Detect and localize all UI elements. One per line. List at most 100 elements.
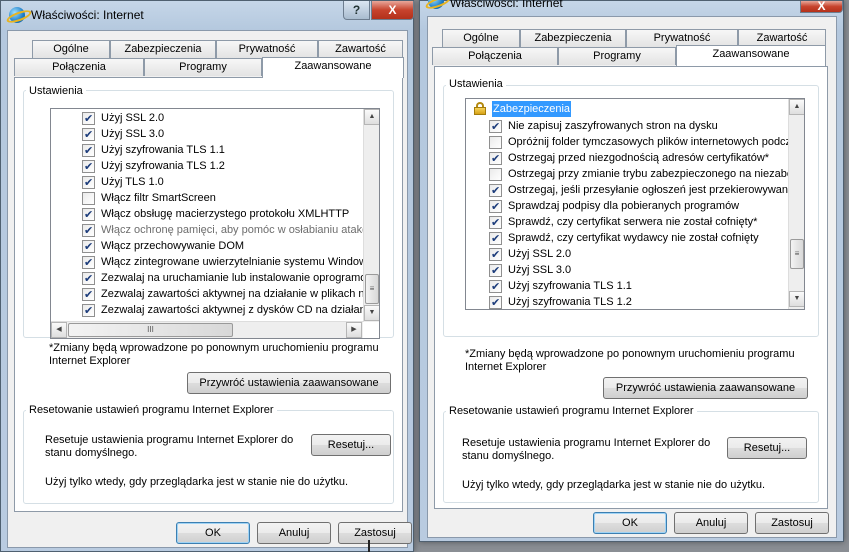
scroll-right-arrow-icon[interactable]: ▶	[346, 322, 362, 338]
tab-advanced[interactable]: Zaawansowane	[262, 57, 404, 78]
right-use-only-note: Użyj tylko wtedy, gdy przeglądarka jest …	[462, 479, 766, 491]
tab-advanced-right[interactable]: Zaawansowane	[676, 45, 826, 66]
left-reset-group-title: Resetowanie ustawień programu Internet E…	[26, 404, 277, 416]
scroll-left-arrow-icon[interactable]: ◀	[51, 322, 67, 338]
scroll-down-arrow-icon[interactable]: ▼	[364, 305, 379, 321]
setting-row[interactable]: Zezwalaj zawartości aktywnej na działani…	[51, 286, 379, 303]
setting-row[interactable]: Włącz ochronę pamięci, aby pomóc w osłab…	[51, 222, 379, 239]
checkbox-checked[interactable]	[489, 199, 502, 215]
left-use-only-note: Użyj tylko wtedy, gdy przeglądarka jest …	[45, 476, 349, 488]
right-title-bar[interactable]: Właściwości: Internet X	[420, 0, 843, 15]
right-ok-button[interactable]: OK	[593, 512, 667, 534]
setting-row[interactable]: Włącz zintegrowane uwierzytelnianie syst…	[51, 254, 377, 271]
setting-row[interactable]: Nie zapisuj zaszyfrowanych stron na dysk…	[466, 118, 776, 135]
setting-row[interactable]: Opróżnij folder tymczasowych plików inte…	[466, 134, 791, 150]
setting-row[interactable]: Sprawdź, czy certyfikat serwera nie zost…	[466, 214, 776, 231]
scroll-down-arrow-icon-right[interactable]: ▼	[789, 291, 804, 307]
checkbox-checked[interactable]	[489, 231, 502, 247]
setting-row[interactable]: Ostrzegaj przed niezgodnością adresów ce…	[466, 150, 776, 167]
left-settings-list[interactable]: Zezwalaj zawartości aktywnej z dysków CD…	[50, 108, 380, 339]
checkbox-checked[interactable]	[489, 183, 502, 199]
checkbox-checked[interactable]	[489, 279, 502, 295]
checkbox-checked[interactable]	[489, 119, 502, 135]
setting-row[interactable]: Włącz obsługę macierzystego protokołu XM…	[51, 206, 361, 223]
right-reset-button[interactable]: Resetuj...	[727, 437, 807, 459]
tab-connections[interactable]: Połączenia	[14, 58, 144, 76]
tab-connections-right[interactable]: Połączenia	[432, 47, 558, 65]
tab-security[interactable]: Zabezpieczenia	[110, 40, 216, 58]
left-reset-button[interactable]: Resetuj...	[311, 434, 391, 456]
checkbox-checked[interactable]	[489, 295, 502, 309]
setting-row[interactable]: Włącz filtr SmartScreen	[51, 190, 361, 206]
checkbox-checked[interactable]	[489, 215, 502, 231]
setting-row[interactable]: Użyj TLS 1.0	[51, 174, 361, 191]
tab-security-right[interactable]: Zabezpieczenia	[520, 29, 626, 47]
tab-programs[interactable]: Programy	[144, 58, 262, 76]
setting-row[interactable]: Użyj SSL 3.0	[466, 262, 776, 279]
right-reset-group-title: Resetowanie ustawień programu Internet E…	[446, 405, 697, 417]
setting-row[interactable]: Sprawdzaj podpisy dla pobieranych progra…	[466, 198, 776, 215]
checkbox-checked[interactable]	[82, 159, 95, 175]
left-vertical-scrollbar[interactable]: ▲ ≡ ▼	[363, 109, 379, 322]
tab-general-right[interactable]: Ogólne	[442, 29, 520, 47]
setting-row[interactable]: Użyj SSL 2.0	[466, 246, 776, 263]
checkbox-checked[interactable]	[82, 271, 95, 287]
setting-row[interactable]: Użyj szyfrowania TLS 1.2	[51, 158, 361, 175]
right-close-button[interactable]: X	[800, 0, 843, 13]
right-settings-list[interactable]: Użyj szyfrowania TLS 1.2 Użyj szyfrowania…	[465, 98, 805, 310]
tab-general[interactable]: Ogólne	[32, 40, 110, 58]
category-row-security[interactable]: Zabezpieczenia	[466, 101, 786, 117]
left-close-button[interactable]: X	[371, 1, 414, 20]
left-scroll-thumb[interactable]: ≡	[365, 274, 379, 304]
left-title-bar[interactable]: Właściwości: Internet ? X	[1, 1, 414, 29]
setting-row[interactable]: Zezwalaj zawartości aktywnej z dysków CD…	[51, 302, 379, 319]
checkbox-checked[interactable]	[82, 303, 95, 319]
right-apply-button[interactable]: Zastosuj	[755, 512, 829, 534]
checkbox-checked[interactable]	[489, 151, 502, 167]
left-horizontal-scrollbar[interactable]: ◀ III ▶	[51, 321, 363, 338]
left-restore-advanced-button[interactable]: Przywróć ustawienia zaawansowane	[187, 372, 391, 394]
setting-label: Ostrzegaj, jeśli przesyłanie ogłoszeń je…	[508, 184, 789, 196]
setting-row[interactable]: Użyj szyfrowania TLS 1.2	[466, 294, 776, 309]
setting-row[interactable]: Zezwalaj na uruchamianie lub instalowani…	[51, 270, 379, 287]
setting-row[interactable]: Użyj SSL 2.0	[51, 110, 361, 127]
left-apply-button[interactable]: Zastosuj	[338, 522, 412, 544]
setting-row[interactable]: Ostrzegaj przy zmianie trybu zabezpieczo…	[466, 166, 793, 182]
checkbox-checked[interactable]	[82, 143, 95, 159]
checkbox-checked[interactable]	[82, 207, 95, 223]
checkbox-unchecked[interactable]	[82, 192, 95, 205]
right-scroll-thumb[interactable]: ≡	[790, 239, 804, 269]
tab-programs-right[interactable]: Programy	[558, 47, 676, 65]
left-cancel-button[interactable]: Anuluj	[257, 522, 331, 544]
checkbox-checked[interactable]	[82, 239, 95, 255]
checkbox-checked[interactable]	[82, 255, 95, 271]
checkbox-checked[interactable]	[82, 111, 95, 127]
scroll-up-arrow-icon-right[interactable]: ▲	[789, 99, 804, 115]
setting-row[interactable]: Użyj SSL 3.0	[51, 126, 361, 143]
setting-label: Sprawdź, czy certyfikat wydawcy nie zost…	[508, 232, 759, 244]
setting-label: Nie zapisuj zaszyfrowanych stron na dysk…	[508, 120, 718, 132]
checkbox-checked[interactable]	[489, 247, 502, 263]
right-vertical-scrollbar[interactable]: ▲ ≡ ▼	[788, 99, 804, 309]
setting-row[interactable]: Użyj szyfrowania TLS 1.1	[51, 142, 361, 159]
scroll-up-arrow-icon[interactable]: ▲	[364, 109, 379, 125]
checkbox-checked[interactable]	[82, 175, 95, 191]
help-button[interactable]: ?	[343, 1, 370, 20]
tab-privacy[interactable]: Prywatność	[216, 40, 318, 58]
setting-row[interactable]: Ostrzegaj, jeśli przesyłanie ogłoszeń je…	[466, 182, 788, 199]
right-cancel-button[interactable]: Anuluj	[674, 512, 748, 534]
checkbox-unchecked[interactable]	[489, 168, 502, 181]
checkbox-checked[interactable]	[82, 287, 95, 303]
tab-content[interactable]: Zawartość	[318, 40, 403, 58]
left-ok-button[interactable]: OK	[176, 522, 250, 544]
checkbox-checked[interactable]	[82, 127, 95, 143]
setting-row[interactable]: Sprawdź, czy certyfikat wydawcy nie zost…	[466, 230, 776, 247]
setting-label: Użyj SSL 3.0	[508, 264, 572, 276]
setting-row[interactable]: Włącz przechowywanie DOM	[51, 238, 361, 255]
setting-row[interactable]: Użyj szyfrowania TLS 1.1	[466, 278, 776, 295]
left-hscroll-thumb[interactable]: III	[68, 323, 233, 337]
right-restore-advanced-button[interactable]: Przywróć ustawienia zaawansowane	[603, 377, 808, 399]
checkbox-unchecked[interactable]	[489, 136, 502, 149]
checkbox-checked[interactable]	[82, 223, 95, 239]
checkbox-checked[interactable]	[489, 263, 502, 279]
